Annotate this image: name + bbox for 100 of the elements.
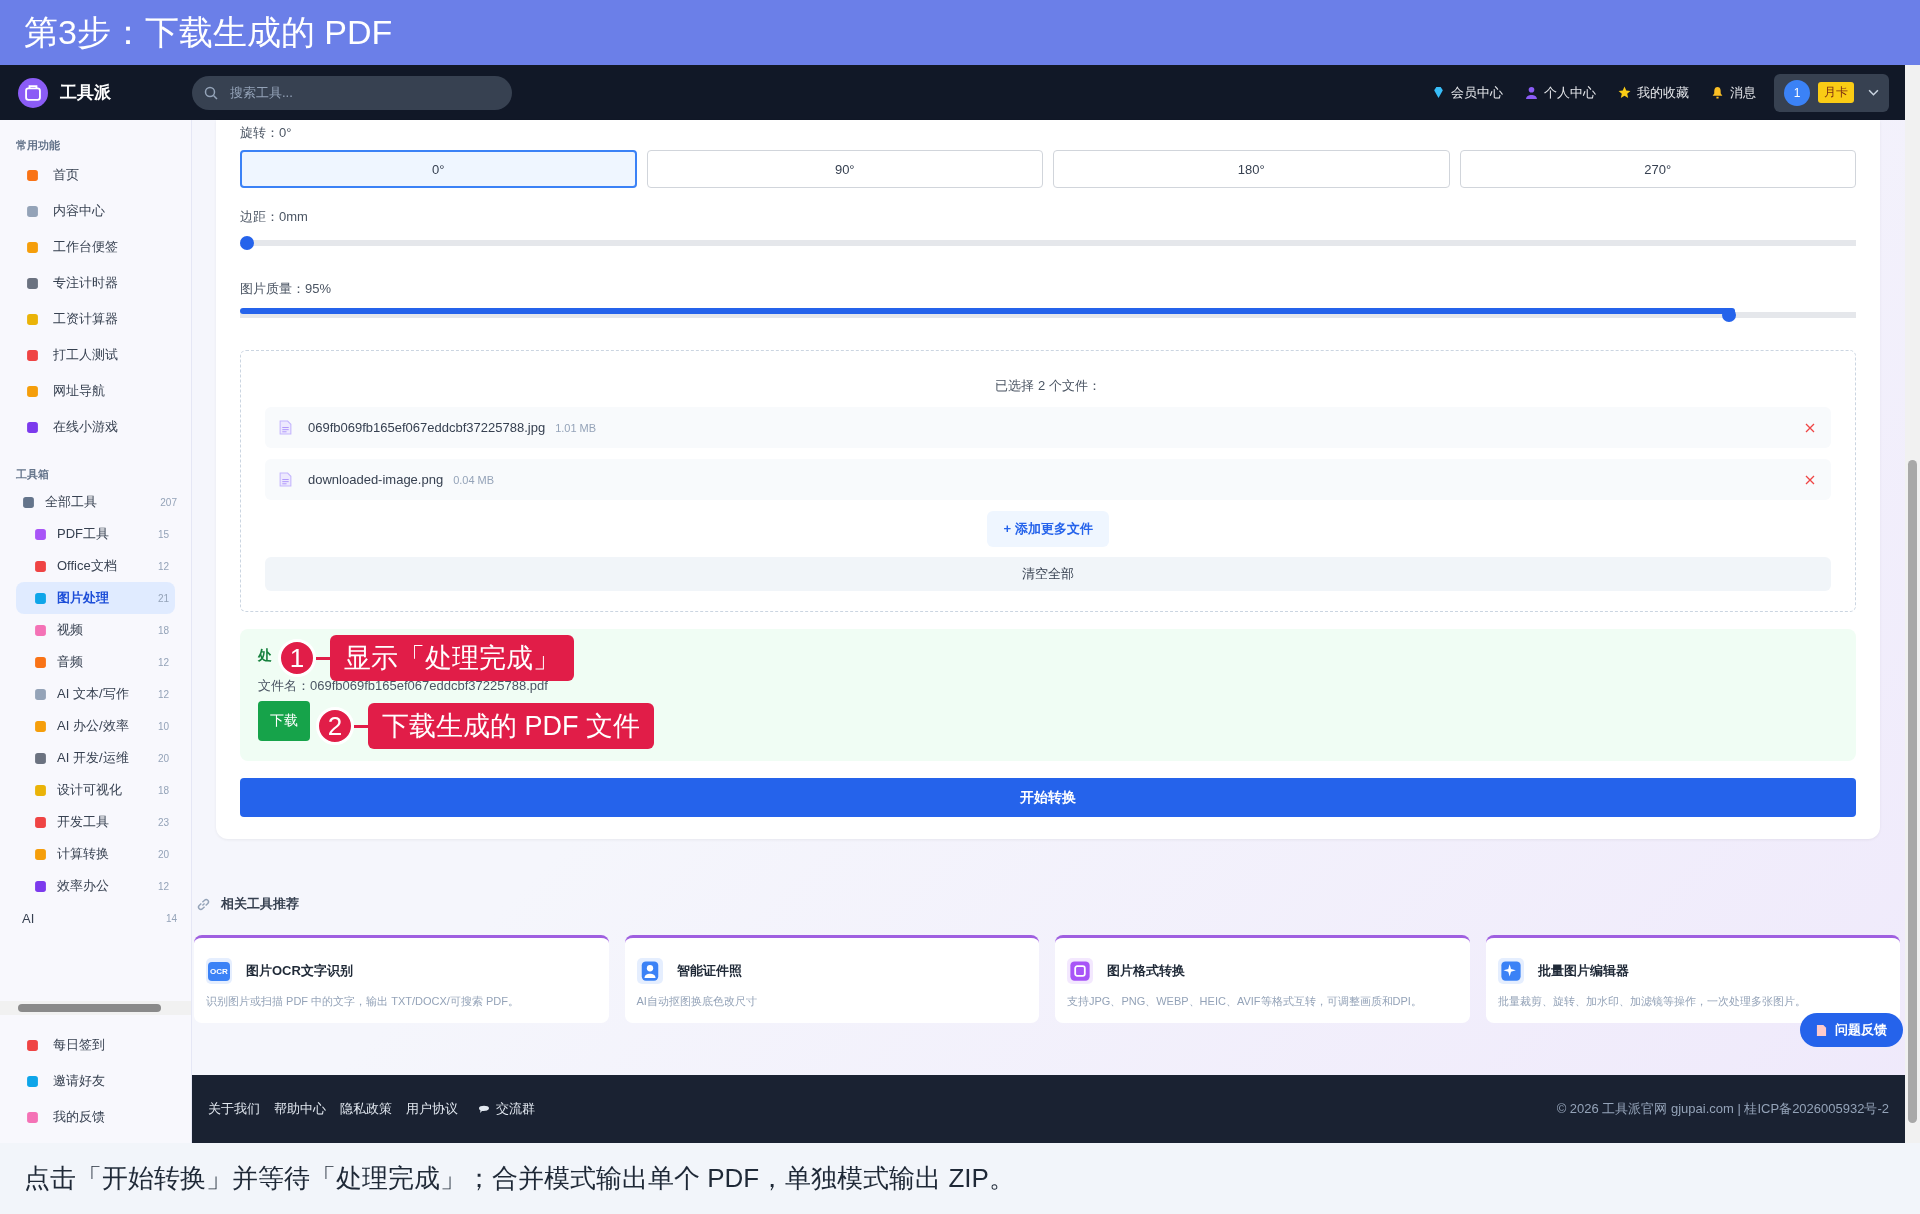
sidebar-item[interactable]: 网址导航 [16,373,183,409]
rotation-option[interactable]: 180° [1053,150,1450,188]
add-files-button[interactable]: + 添加更多文件 [987,511,1109,547]
slider-thumb[interactable] [1721,308,1736,322]
slider-thumb[interactable] [240,236,254,250]
document-icon [1816,1023,1827,1037]
footer-link[interactable]: 关于我们 [208,1100,260,1118]
category-item[interactable]: 计算转换 20 [16,838,175,870]
sidebar-item[interactable]: 内容中心 [16,193,183,229]
sidebar-item[interactable]: 专注计时器 [16,265,183,301]
nav-link[interactable]: 消息 [1711,83,1756,102]
category-item[interactable]: AI 文本/写作 12 [16,678,175,710]
section-title: 工具箱 [16,467,50,482]
category-label: 开发工具 [57,813,110,831]
clear-all-button[interactable]: 清空全部 [265,557,1831,591]
item-count: 20 [157,848,169,860]
sidebar-item[interactable]: 在线小游戏 [16,409,183,445]
brand-name: 工具派 [60,82,111,104]
rotation-option[interactable]: 0° [240,150,637,188]
category-item[interactable]: 视频 18 [16,614,175,646]
category-item[interactable]: 图片处理 21 [16,582,175,614]
category-label: AI 文本/写作 [57,685,130,703]
app-icon [34,783,47,797]
rotation-option[interactable]: 270° [1459,150,1856,188]
category-item[interactable]: 开发工具 23 [16,806,175,838]
category-item[interactable]: 效率办公 12 [16,870,175,902]
person-icon [1525,86,1538,99]
item-count: 12 [157,688,169,700]
sidebar-item[interactable]: 我的反馈 [16,1099,183,1135]
category-item[interactable]: 音频 12 [16,646,175,678]
logo-icon [18,77,48,108]
section-title: 相关工具推荐 [221,895,299,913]
app-icon [26,1110,39,1124]
app-icon [26,168,39,182]
step-number-marker: 2 [316,707,354,745]
footer-link[interactable]: 隐私政策 [340,1100,392,1118]
footer-link[interactable]: 交流群 [472,1100,535,1118]
app-icon [26,348,39,362]
user-menu[interactable]: 1 月卡 [1774,73,1889,112]
category-item[interactable]: AI 办公/效率 10 [16,710,175,742]
nav-link[interactable]: 会员中心 [1432,83,1503,102]
sidebar-item[interactable]: 工作台便签 [16,229,183,265]
category-item[interactable]: 全部工具 207 [16,486,183,518]
document-icon [279,472,292,487]
file-name: downloaded-image.png [308,472,444,487]
sidebar-item[interactable]: 工资计算器 [16,301,183,337]
category-item[interactable]: AI 14 [16,902,183,934]
tool-card[interactable]: 智能证件照 AI自动抠图换底色改尺寸 [624,935,1039,1023]
tool-card[interactable]: 批量图片编辑器 批量裁剪、旋转、加水印、加滤镜等操作，一次处理多张图片。 [1485,935,1900,1023]
category-label: AI 办公/效率 [57,717,130,735]
app-icon [34,847,47,861]
item-count: 12 [157,656,169,668]
app-icon [34,527,47,541]
tool-title: 图片格式转换 [1107,962,1185,980]
tool-description: 识别图片或扫描 PDF 中的文字，输出 TXT/DOCX/可搜索 PDF。 [206,994,520,1009]
vertical-scrollbar[interactable] [1905,65,1920,1143]
tool-title: 批量图片编辑器 [1537,962,1629,980]
sparkle-icon [1497,958,1524,984]
search-field[interactable]: 搜索工具... [192,75,512,110]
star-icon [1618,86,1631,99]
annotation-label: 下载生成的 PDF 文件 [368,703,654,749]
app-icon [34,655,47,669]
category-item[interactable]: PDF工具 15 [16,518,175,550]
app-icon [26,384,39,398]
item-count: 12 [157,880,169,892]
nav-link[interactable]: 我的收藏 [1618,83,1689,102]
sidebar-item[interactable]: 首页 [16,157,183,193]
category-item[interactable]: AI 开发/运维 20 [16,742,175,774]
app-icon [26,1038,39,1052]
tool-card[interactable]: OCR 图片OCR文字识别 识别图片或扫描 PDF 中的文字，输出 TXT/DOCX/可搜索 PDF。 [194,935,609,1023]
category-item[interactable]: 设计可视化 18 [16,774,175,806]
search-icon [204,85,218,100]
footer-link[interactable]: 帮助中心 [274,1100,326,1118]
app-icon [22,495,35,509]
nav-link[interactable]: 个人中心 [1525,83,1596,102]
app-icon [26,240,39,254]
horizontal-scrollbar[interactable] [0,1001,191,1015]
section-title: 常用功能 [16,138,61,153]
document-icon [279,420,292,435]
file-size: 1.01 MB [555,421,597,434]
app-icon [34,559,47,573]
app-icon [26,420,39,434]
start-convert-button[interactable]: 开始转换 [240,778,1856,817]
tool-card[interactable]: 图片格式转换 支持JPG、PNG、WEBP、HEIC、AVIF等格式互转，可调整画质和DPI。 [1055,935,1470,1023]
category-item[interactable]: Office文档 12 [16,550,175,582]
step-number-marker: 1 [278,639,316,677]
footer-link[interactable]: 用户协议 [406,1100,458,1118]
item-count: 14 [165,912,177,924]
category-label: AI 开发/运维 [57,749,130,767]
sidebar-item[interactable]: 每日签到 [16,1027,183,1063]
gem-icon [1432,86,1445,99]
category-label: 音频 [57,653,84,671]
sidebar-item[interactable]: 打工人测试 [16,337,183,373]
item-count: 21 [157,592,169,604]
app-icon [26,204,39,218]
rotation-option[interactable]: 90° [646,150,1043,188]
app-icon [34,751,47,765]
sidebar-item[interactable]: 邀请好友 [16,1063,183,1099]
file-size: 0.04 MB [453,473,495,486]
feedback-button[interactable]: 问题反馈 [1800,1013,1903,1047]
